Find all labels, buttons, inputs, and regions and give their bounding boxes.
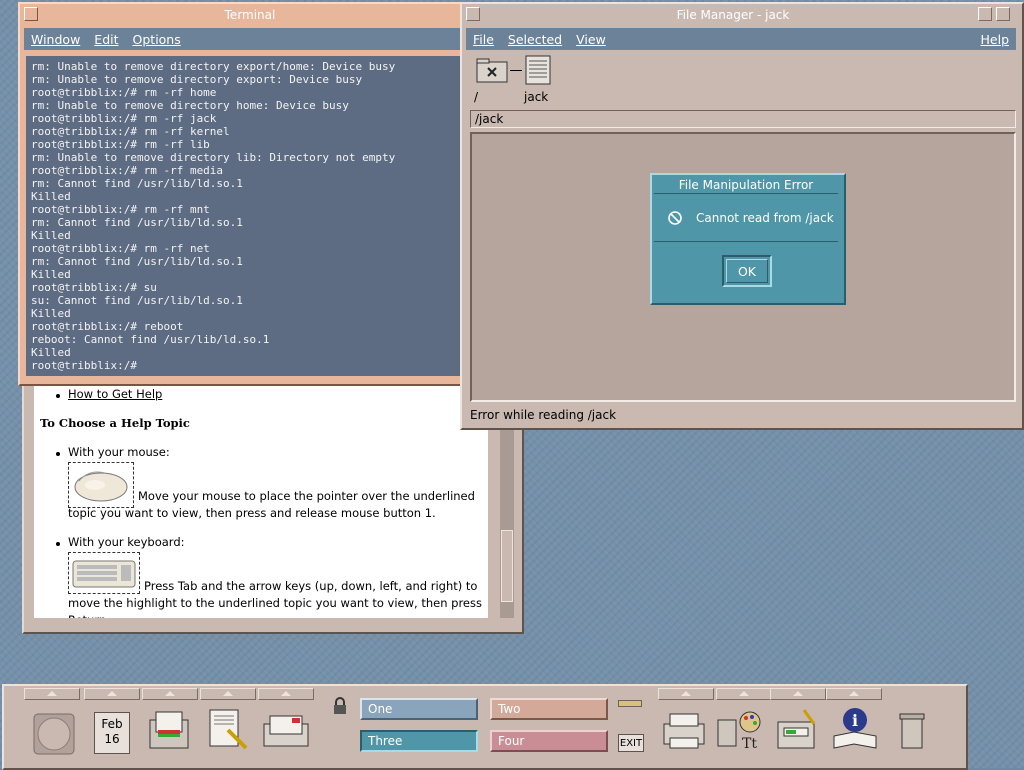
menu-file[interactable]: File <box>466 32 501 47</box>
style-manager-icon[interactable]: Tt <box>716 700 774 762</box>
path-connector <box>510 70 522 71</box>
jack-folder-icon[interactable] <box>524 54 552 86</box>
root-label: / <box>474 90 479 104</box>
ok-button[interactable]: OK <box>722 255 772 287</box>
mailer-icon[interactable] <box>262 700 320 762</box>
menu-edit-label: Edit <box>94 31 119 47</box>
bullet <box>56 452 60 456</box>
calendar-icon[interactable]: Feb 16 <box>92 700 150 762</box>
menu-selected[interactable]: Selected <box>501 32 569 47</box>
menu-view-label: View <box>576 31 606 47</box>
subpanel-arrow[interactable] <box>24 688 80 700</box>
status-bar: Error while reading /jack <box>470 408 617 422</box>
app-manager-icon[interactable] <box>774 700 832 762</box>
error-icon <box>668 211 682 225</box>
bullet <box>56 394 60 398</box>
menu-window[interactable]: Window <box>24 32 87 47</box>
dialog-message: Cannot read from /jack <box>696 211 834 225</box>
terminal-window[interactable]: Terminal Window Edit Options rm: Unable … <box>18 2 470 386</box>
svg-text:i: i <box>852 711 858 730</box>
terminal-title[interactable]: Terminal <box>40 6 460 24</box>
subpanel-arrow[interactable] <box>716 688 772 700</box>
scrollbar-thumb[interactable] <box>501 530 513 602</box>
jack-label: jack <box>524 90 549 104</box>
window-menu-button[interactable] <box>24 7 38 21</box>
svg-text:Tt: Tt <box>742 736 757 752</box>
dialog-title: File Manipulation Error <box>654 177 838 194</box>
help-content: How to Get Help To Choose a Help Topic W… <box>34 380 488 618</box>
trash-icon[interactable] <box>896 700 954 762</box>
subpanel-arrow[interactable] <box>826 688 882 700</box>
path-field[interactable]: /jack <box>470 110 1016 128</box>
minimize-button[interactable] <box>978 7 992 21</box>
ok-button-label: OK <box>726 259 768 283</box>
terminal-output[interactable]: rm: Unable to remove directory export/ho… <box>26 56 462 376</box>
keyboard-instructions: Press Tab and the arrow keys (up, down, … <box>68 579 482 618</box>
front-panel: Feb 16 One Two Three Four EXIT Tt i <box>2 684 968 770</box>
calendar-month: Feb <box>101 717 123 731</box>
file-manager-menubar: File Selected View Help <box>466 28 1016 50</box>
subpanel-arrow[interactable] <box>658 688 714 700</box>
root-folder-icon[interactable] <box>476 56 508 84</box>
workspace-four-button[interactable]: Four <box>490 730 608 752</box>
text-editor-icon[interactable] <box>206 700 264 762</box>
help-heading: To Choose a Help Topic <box>40 416 190 430</box>
subpanel-arrow[interactable] <box>258 688 314 700</box>
menu-help-label: Help <box>980 31 1010 47</box>
mouse-instructions: Move your mouse to place the pointer ove… <box>68 489 475 520</box>
help-viewer-window[interactable]: How to Get Help To Choose a Help Topic W… <box>22 372 524 634</box>
terminal-text: rm: Unable to remove directory export/ho… <box>31 60 396 372</box>
exit-button[interactable]: EXIT <box>618 734 644 752</box>
menu-edit[interactable]: Edit <box>87 32 125 47</box>
workspace-two-button[interactable]: Two <box>490 698 608 720</box>
subpanel-arrow[interactable] <box>84 688 140 700</box>
terminal-menubar: Window Edit Options <box>24 28 462 50</box>
path-icons: / jack <box>466 52 1016 108</box>
maximize-button[interactable] <box>996 7 1010 21</box>
calendar-day: 16 <box>104 732 120 746</box>
subpanel-arrow[interactable] <box>200 688 256 700</box>
bullet <box>56 542 60 546</box>
window-menu-button[interactable] <box>466 7 480 21</box>
workspace-three-button[interactable]: Three <box>360 730 478 752</box>
dialog-message-row: Cannot read from /jack <box>654 195 838 242</box>
menu-selected-label: Selected <box>507 31 563 47</box>
lock-icon[interactable] <box>330 696 350 716</box>
subpanel-arrow[interactable] <box>142 688 198 700</box>
menu-help[interactable]: Help <box>974 32 1017 47</box>
how-to-get-help-link[interactable]: How to Get Help <box>68 387 162 401</box>
menu-view[interactable]: View <box>569 32 613 47</box>
menu-file-label: File <box>473 31 494 47</box>
printer-icon[interactable] <box>660 700 718 762</box>
busy-indicator <box>618 700 642 707</box>
help-manager-icon[interactable]: i <box>830 700 888 762</box>
file-manager-icon[interactable] <box>148 700 206 762</box>
menu-options[interactable]: Options <box>126 32 188 47</box>
menu-options-label: Options <box>132 31 181 47</box>
file-manager-title[interactable]: File Manager - jack <box>480 6 986 24</box>
mouse-label: With your mouse: <box>68 445 170 459</box>
clock-icon[interactable] <box>32 700 90 762</box>
workspace-one-button[interactable]: One <box>360 698 478 720</box>
menu-window-label: Window <box>31 31 81 47</box>
keyboard-label: With your keyboard: <box>68 535 185 549</box>
error-dialog[interactable]: File Manipulation Error Cannot read from… <box>650 173 846 305</box>
subpanel-arrow[interactable] <box>770 688 826 700</box>
